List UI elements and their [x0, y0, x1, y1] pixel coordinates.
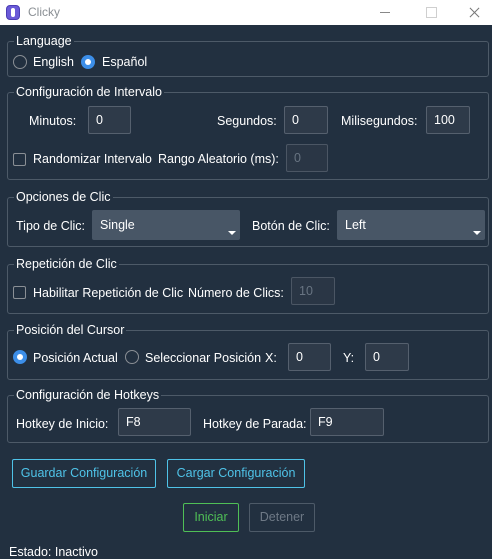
enable-repeat-label[interactable]: Habilitar Repetición de Clic	[33, 285, 183, 301]
click-button-label: Botón de Clic:	[252, 219, 330, 233]
status-text: Estado: Inactivo	[9, 545, 98, 559]
select-position-radio[interactable]	[125, 350, 139, 364]
randomize-label[interactable]: Randomizar Intervalo	[33, 151, 152, 167]
click-count-label: Número de Clics:	[188, 286, 284, 300]
seconds-label: Segundos:	[217, 114, 277, 128]
milliseconds-input[interactable]: 100	[426, 106, 470, 134]
load-config-button[interactable]: Cargar Configuración	[167, 459, 305, 488]
click-type-label: Tipo de Clic:	[16, 219, 86, 233]
english-radio-label[interactable]: English	[33, 54, 74, 70]
click-button-value: Left	[345, 218, 366, 232]
repeat-group: Repetición de Clic Habilitar Repetición …	[7, 256, 489, 314]
y-label: Y:	[343, 351, 355, 365]
start-button[interactable]: Iniciar	[183, 503, 239, 532]
chevron-down-icon	[228, 231, 236, 235]
chevron-down-icon	[473, 231, 481, 235]
milliseconds-label: Milisegundos:	[341, 114, 418, 128]
select-position-label[interactable]: Seleccionar Posición	[145, 350, 261, 366]
minimize-icon[interactable]	[362, 0, 408, 25]
click-type-value: Single	[100, 218, 135, 232]
espanol-radio-label[interactable]: Español	[102, 54, 147, 70]
title-bar: Clicky	[0, 0, 492, 25]
y-coordinate-input[interactable]: 0	[365, 343, 409, 371]
x-coordinate-input[interactable]: 0	[288, 343, 331, 371]
app-icon	[6, 5, 20, 20]
minutes-label: Minutos:	[29, 114, 77, 128]
cursor-position-group-title: Posición del Cursor	[14, 322, 127, 338]
start-hotkey-label: Hotkey de Inicio:	[16, 417, 109, 431]
stop-hotkey-input[interactable]: F9	[310, 408, 384, 436]
click-options-group-title: Opciones de Clic	[14, 189, 113, 205]
espanol-radio[interactable]	[81, 55, 95, 69]
stop-button[interactable]: Detener	[249, 503, 315, 532]
start-hotkey-input[interactable]: F8	[118, 408, 191, 436]
random-range-label: Rango Aleatorio (ms):	[158, 152, 279, 166]
english-radio[interactable]	[13, 55, 27, 69]
randomize-checkbox[interactable]	[13, 153, 26, 166]
close-icon[interactable]	[446, 0, 492, 25]
stop-hotkey-label: Hotkey de Parada:	[203, 417, 307, 431]
save-config-button[interactable]: Guardar Configuración	[12, 459, 156, 488]
click-button-select[interactable]: Left	[337, 210, 485, 240]
click-type-select[interactable]: Single	[92, 210, 240, 240]
interval-group: Configuración de Intervalo Minutos: 0 Se…	[7, 84, 489, 180]
click-count-input[interactable]: 10	[291, 277, 335, 305]
current-position-label[interactable]: Posición Actual	[33, 350, 118, 366]
seconds-input[interactable]: 0	[284, 106, 328, 134]
language-group: Language English Español	[7, 33, 489, 77]
repeat-group-title: Repetición de Clic	[14, 256, 119, 272]
window-title: Clicky	[28, 5, 60, 19]
x-label: X:	[265, 351, 277, 365]
enable-repeat-checkbox[interactable]	[13, 286, 26, 299]
language-group-title: Language	[14, 33, 74, 49]
cursor-position-group: Posición del Cursor Posición Actual Sele…	[7, 322, 489, 380]
minutes-input[interactable]: 0	[88, 106, 131, 134]
random-range-input[interactable]: 0	[286, 144, 328, 172]
interval-group-title: Configuración de Intervalo	[14, 84, 164, 100]
current-position-radio[interactable]	[13, 350, 27, 364]
hotkeys-group-title: Configuración de Hotkeys	[14, 387, 162, 403]
click-options-group: Opciones de Clic Tipo de Clic: Single Bo…	[7, 189, 489, 247]
hotkeys-group: Configuración de Hotkeys Hotkey de Inici…	[7, 387, 489, 443]
